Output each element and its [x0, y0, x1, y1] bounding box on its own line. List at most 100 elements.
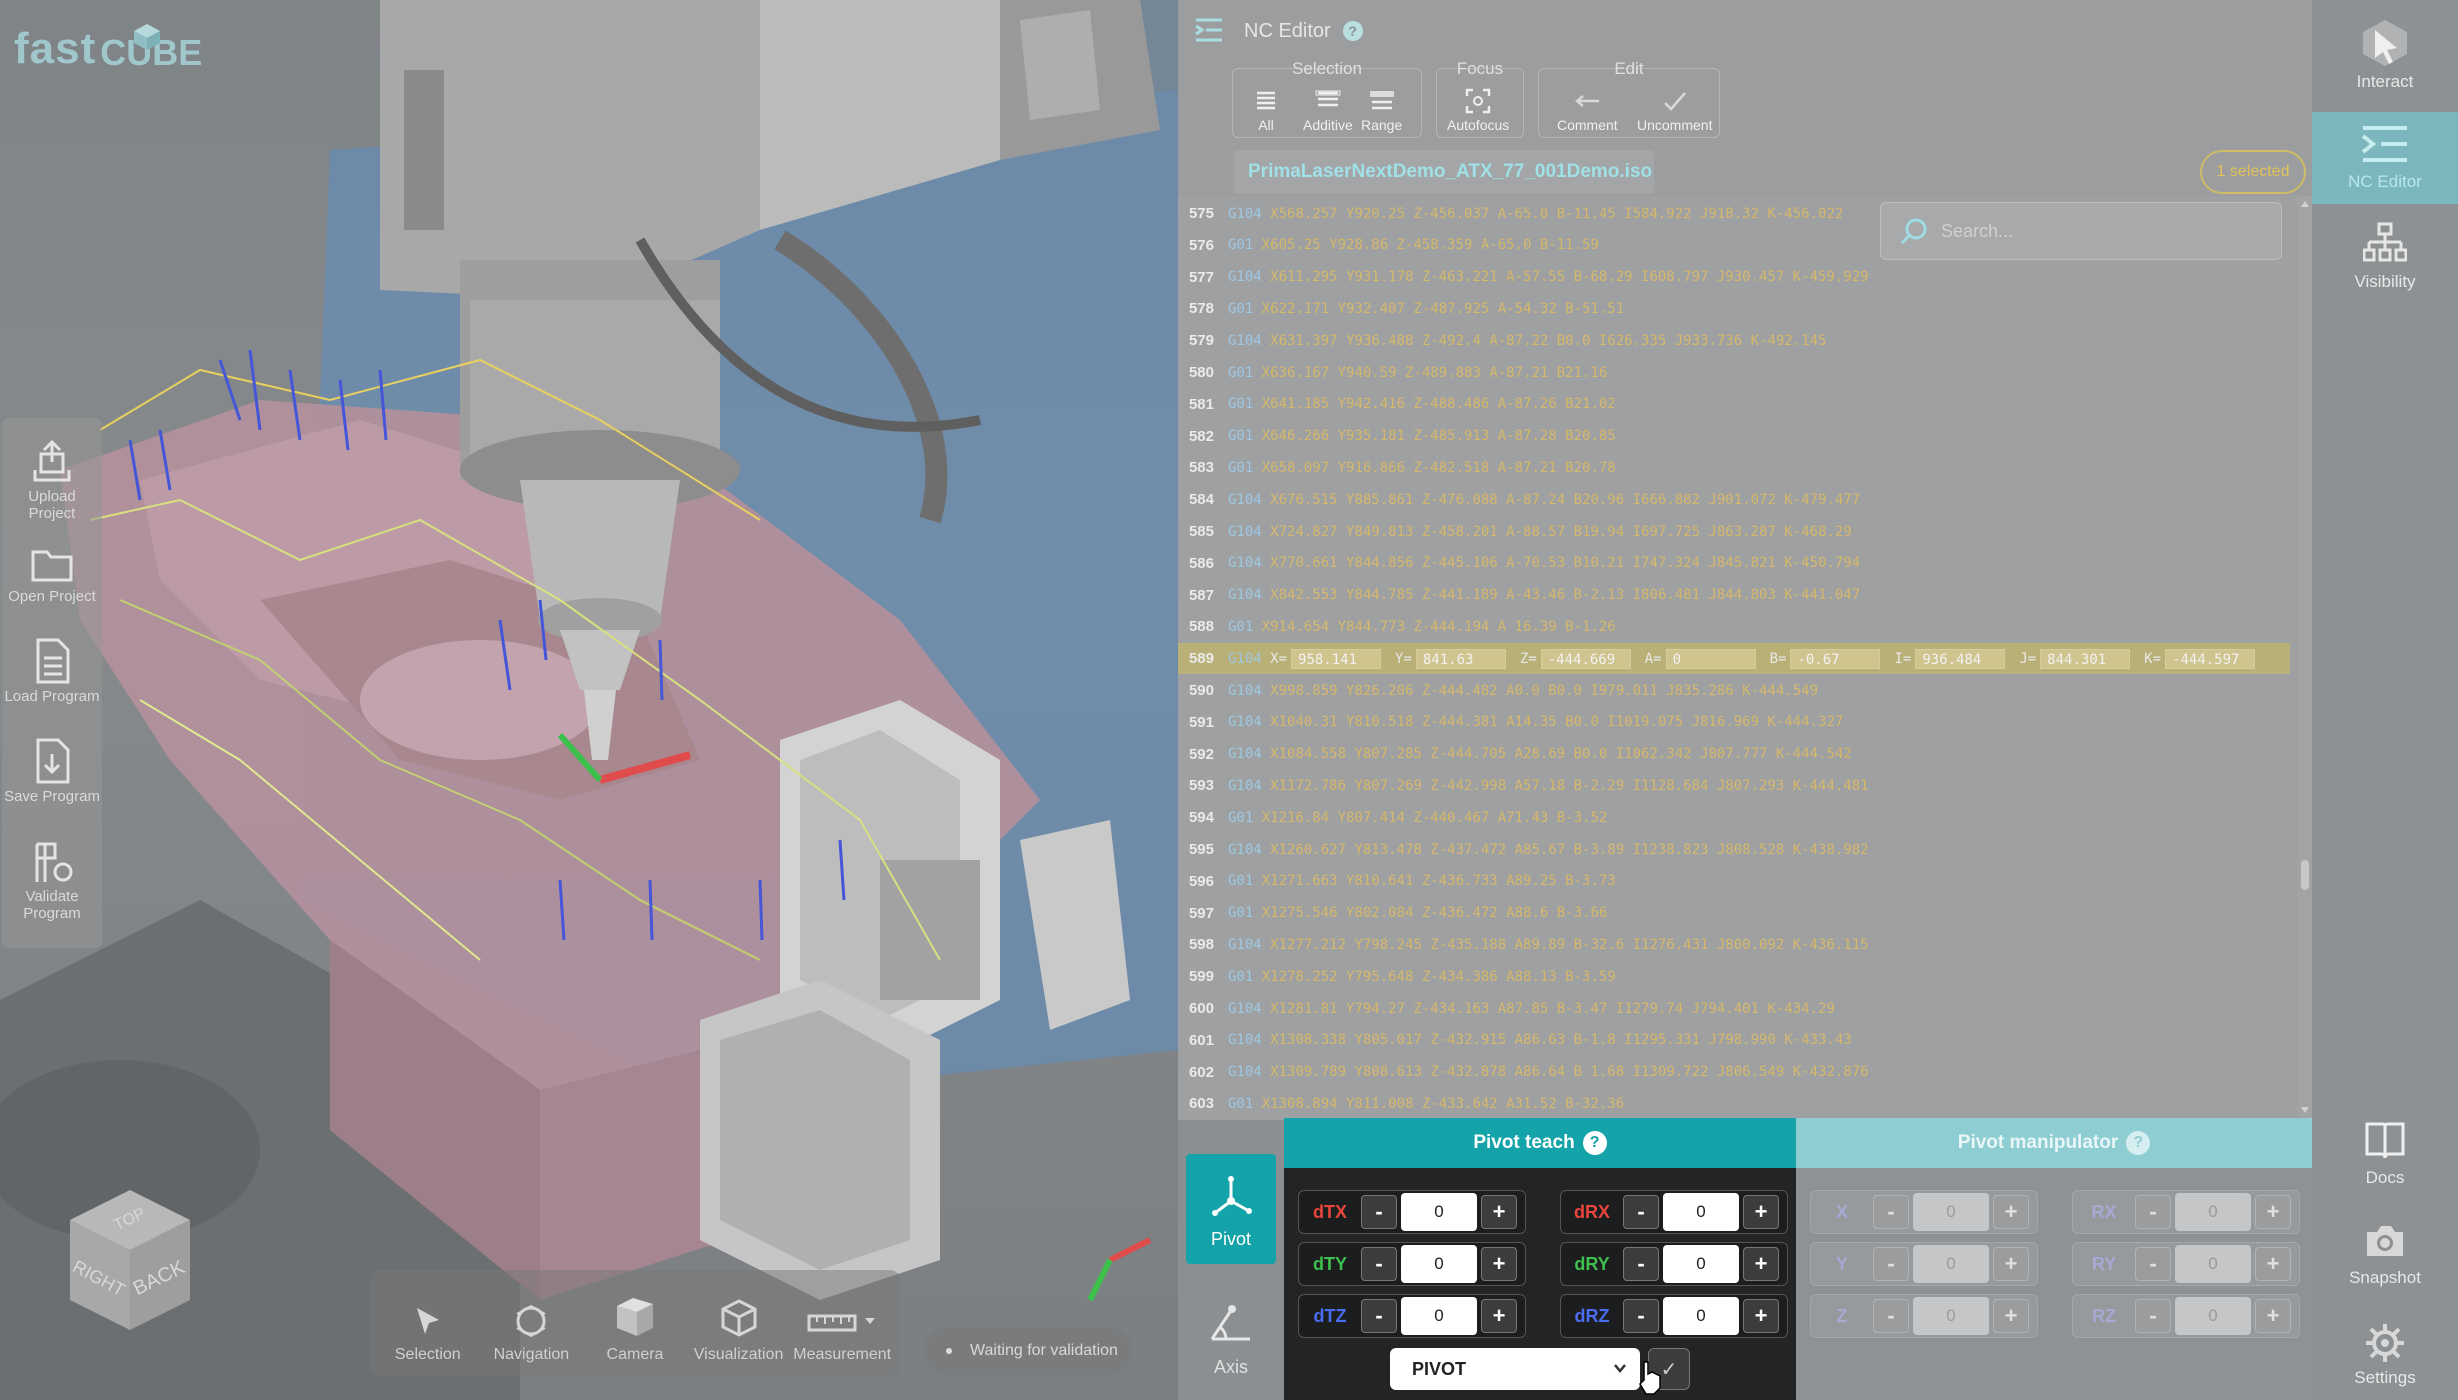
settings-button[interactable]: Settings	[2312, 1322, 2458, 1400]
selection-tool-button[interactable]: Selection	[376, 1270, 480, 1376]
inline-edit-field[interactable]: Z= -444.669	[1520, 648, 1631, 669]
decrement-button[interactable]: -	[2135, 1195, 2171, 1229]
value-input[interactable]: 0	[1401, 1193, 1477, 1231]
field-rz-stepper[interactable]: RZ -0 +	[2072, 1294, 2300, 1338]
code-line[interactable]: 596 G01 X1271.663 Y810.641 Z-436.733 A89.…	[1178, 866, 2290, 897]
code-line[interactable]: 578 G01 X622.171 Y932.407 Z-487.925 A-54.…	[1178, 293, 2290, 324]
inline-field-value[interactable]: -0.67	[1790, 648, 1881, 669]
comment-button[interactable]: Comment	[1557, 87, 1618, 133]
code-line[interactable]: 579 G104 X631.397 Y936.488 Z-492.4 A-87.2…	[1178, 325, 2290, 356]
search-input[interactable]: Search...	[1880, 202, 2282, 260]
code-line[interactable]: 603 G01 X1308.894 Y811.008 Z-433.642 A31.…	[1178, 1088, 2290, 1119]
inline-edit-field[interactable]: K= -444.597	[2144, 648, 2256, 669]
code-line[interactable]: 583 G01 X658.097 Y916.866 Z-482.518 A-87.…	[1178, 452, 2290, 483]
open-project-button[interactable]: Open Project	[4, 536, 100, 636]
scroll-up-icon[interactable]	[2300, 200, 2310, 208]
measurement-tool-button[interactable]: Measurement	[790, 1270, 894, 1376]
inline-field-value[interactable]: -444.597	[2165, 648, 2256, 669]
pivot-select[interactable]: PIVOT	[1390, 1348, 1640, 1390]
inline-field-value[interactable]: 844.301	[2040, 648, 2131, 669]
code-line[interactable]: 591 G104 X1040.31 Y810.518 Z-444.381 A14.…	[1178, 707, 2290, 738]
field-drz-stepper[interactable]: dRZ -0 +	[1560, 1294, 1788, 1338]
visibility-button[interactable]: Visibility	[2312, 222, 2458, 308]
select-all-button[interactable]: All	[1255, 87, 1277, 133]
code-line[interactable]: 577 G104 X611.295 Y931.178 Z-463.221 A-57…	[1178, 262, 2290, 293]
decrement-button[interactable]: -	[1623, 1299, 1659, 1333]
decrement-button[interactable]: -	[1873, 1247, 1909, 1281]
value-input[interactable]: 0	[1401, 1297, 1477, 1335]
code-line[interactable]: 593 G104 X1172.786 Y807.269 Z-442.998 A57…	[1178, 770, 2290, 801]
inline-edit-field[interactable]: I= 936.484	[1894, 648, 2006, 669]
scrollbar-thumb[interactable]	[2301, 860, 2309, 890]
increment-button[interactable]: +	[2255, 1195, 2291, 1229]
value-input[interactable]: 0	[2175, 1297, 2251, 1335]
inline-field-value[interactable]: 841.63	[1415, 648, 1506, 669]
validate-program-button[interactable]: Validate Program	[4, 836, 100, 936]
code-line[interactable]: 588 G01 X914.654 Y844.773 Z-444.194 A 16.…	[1178, 611, 2290, 642]
interact-button[interactable]: Interact	[2312, 18, 2458, 104]
value-input[interactable]: 0	[1913, 1245, 1989, 1283]
decrement-button[interactable]: -	[2135, 1247, 2171, 1281]
field-dtz-stepper[interactable]: dTZ -0 +	[1298, 1294, 1526, 1338]
code-line-selected[interactable]: 589 G104 X= 958.141 Y= 841.63 Z= -444.669 A= 0 B=…	[1178, 643, 2290, 675]
decrement-button[interactable]: -	[1361, 1299, 1397, 1333]
code-line[interactable]: 597 G01 X1275.546 Y802.084 Z-436.472 A88.…	[1178, 898, 2290, 929]
code-line[interactable]: 587 G104 X842.553 Y844.785 Z-441.189 A-43…	[1178, 580, 2290, 611]
increment-button[interactable]: +	[1743, 1247, 1779, 1281]
upload-project-button[interactable]: Upload Project	[4, 436, 100, 536]
increment-button[interactable]: +	[1743, 1299, 1779, 1333]
value-input[interactable]: 0	[1663, 1297, 1739, 1335]
increment-button[interactable]: +	[2255, 1247, 2291, 1281]
value-input[interactable]: 0	[1913, 1297, 1989, 1335]
code-line[interactable]: 598 G104 X1277.212 Y798.245 Z-435.188 A89…	[1178, 929, 2290, 960]
field-rx-stepper[interactable]: RX -0 +	[2072, 1190, 2300, 1234]
pivot-manipulator-help-icon[interactable]: ?	[2126, 1131, 2151, 1155]
inline-field-value[interactable]: -444.669	[1540, 648, 1631, 669]
decrement-button[interactable]: -	[1873, 1299, 1909, 1333]
inline-edit-field[interactable]: A= 0	[1645, 648, 1756, 669]
code-line[interactable]: 599 G01 X1278.252 Y795.648 Z-434.386 A88.…	[1178, 961, 2290, 992]
code-line[interactable]: 595 G104 X1260.627 Y813.478 Z-437.472 A85…	[1178, 834, 2290, 865]
save-program-button[interactable]: Save Program	[4, 736, 100, 836]
code-list[interactable]: 575 G104 X568.257 Y920.25 Z-456.037 A-65.…	[1178, 196, 2298, 1120]
navigation-tool-button[interactable]: Navigation	[480, 1270, 584, 1376]
field-dty-stepper[interactable]: dTY -0 +	[1298, 1242, 1526, 1286]
pivot-mode-button[interactable]: Pivot	[1186, 1154, 1276, 1264]
help-icon[interactable]: ?	[1342, 21, 1363, 41]
inline-edit-field[interactable]: X= 958.141	[1270, 648, 1382, 669]
visualization-tool-button[interactable]: Visualization	[687, 1270, 791, 1376]
code-scrollbar[interactable]	[2298, 196, 2312, 1120]
increment-button[interactable]: +	[1993, 1299, 2029, 1333]
inline-edit-field[interactable]: J= 844.301	[2019, 648, 2131, 669]
value-input[interactable]: 0	[1663, 1193, 1739, 1231]
increment-button[interactable]: +	[1481, 1299, 1517, 1333]
view-cube[interactable]: TOP RIGHT BACK	[60, 1180, 200, 1340]
increment-button[interactable]: +	[1481, 1195, 1517, 1229]
load-program-button[interactable]: Load Program	[4, 636, 100, 736]
value-input[interactable]: 0	[2175, 1193, 2251, 1231]
code-line[interactable]: 594 G01 X1216.84 Y807.414 Z-440.467 A71.4…	[1178, 802, 2290, 833]
decrement-button[interactable]: -	[1623, 1247, 1659, 1281]
code-line[interactable]: 584 G104 X676.515 Y885.861 Z-476.088 A-87…	[1178, 484, 2290, 515]
docs-button[interactable]: Docs	[2312, 1120, 2458, 1200]
value-input[interactable]: 0	[2175, 1245, 2251, 1283]
code-line[interactable]: 581 G01 X641.185 Y942.416 Z-488.486 A-87.…	[1178, 389, 2290, 420]
code-line[interactable]: 590 G104 X998.859 Y826.206 Z-444.482 A0.0…	[1178, 675, 2290, 706]
decrement-button[interactable]: -	[1873, 1195, 1909, 1229]
increment-button[interactable]: +	[2255, 1299, 2291, 1333]
select-additive-button[interactable]: Additive	[1303, 87, 1353, 133]
camera-tool-button[interactable]: Camera	[583, 1270, 687, 1376]
3d-viewport[interactable]: TOP RIGHT BACK fast CUBE Upload Project …	[0, 0, 1178, 1400]
increment-button[interactable]: +	[1481, 1247, 1517, 1281]
increment-button[interactable]: +	[1743, 1195, 1779, 1229]
nc-editor-rail-button[interactable]: NC Editor	[2312, 112, 2458, 204]
increment-button[interactable]: +	[1993, 1195, 2029, 1229]
code-line[interactable]: 592 G104 X1084.558 Y807.285 Z-444.705 A28…	[1178, 739, 2290, 770]
inline-field-value[interactable]: 958.141	[1291, 648, 1382, 669]
value-input[interactable]: 0	[1913, 1193, 1989, 1231]
collapse-panel-icon[interactable]	[1194, 16, 1224, 44]
decrement-button[interactable]: -	[1361, 1195, 1397, 1229]
field-dry-stepper[interactable]: dRY -0 +	[1560, 1242, 1788, 1286]
code-line[interactable]: 600 G104 X1281.81 Y794.27 Z-434.163 A87.8…	[1178, 993, 2290, 1024]
code-line[interactable]: 601 G104 X1308.338 Y805.017 Z-432.915 A86…	[1178, 1025, 2290, 1056]
